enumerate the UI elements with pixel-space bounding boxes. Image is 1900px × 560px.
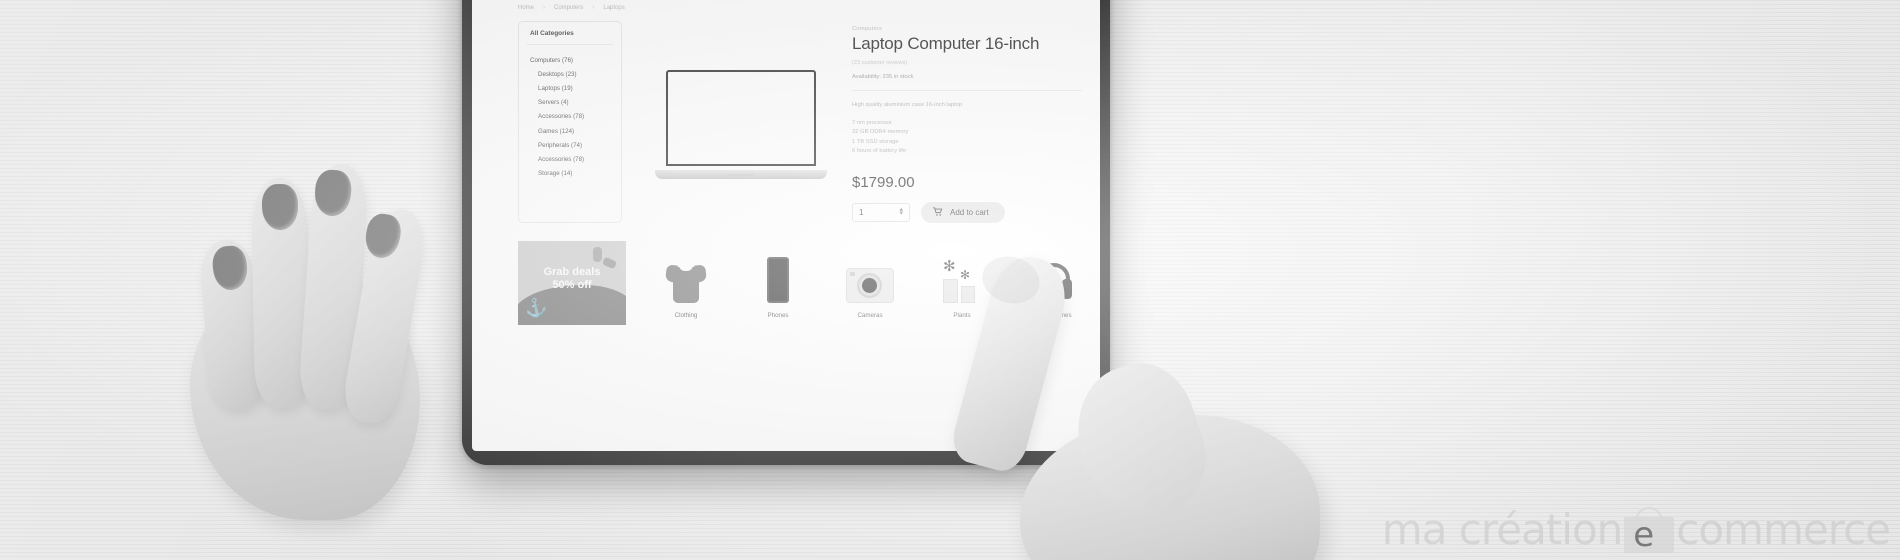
sidebar-item-servers[interactable]: Servers (4): [519, 96, 621, 110]
spec-storage: 1 TB SSD storage: [852, 138, 899, 145]
sidebar-item-computers[interactable]: Computers (76): [519, 53, 621, 67]
breadcrumb-item-laptops: Laptops: [603, 5, 625, 11]
laptop-product-image: [655, 69, 827, 179]
product-info: Computers Laptop Computer 16-inch (23 cu…: [844, 21, 1100, 223]
tile-label-cameras: Cameras: [857, 311, 883, 319]
stepper-arrows-icon[interactable]: ▴ ▾: [899, 206, 903, 217]
quantity-stepper[interactable]: 1 ▴ ▾: [852, 202, 910, 222]
smartphone-icon: [732, 241, 824, 303]
promo-line-2: 50% off: [552, 278, 592, 291]
quantity-value: 1: [859, 207, 864, 217]
headphone-decor-icon: [593, 246, 602, 262]
breadcrumb-separator: ›: [592, 5, 595, 11]
watermark-text-2: commerce: [1676, 505, 1891, 554]
product-image[interactable]: [638, 21, 844, 223]
anchor-icon: ⚓: [523, 295, 550, 320]
category-sidebar: All Categories Computers (76) Desktops (…: [518, 21, 622, 223]
breadcrumb-separator: ›: [543, 5, 546, 11]
watermark-logo: ma création e commerce: [1381, 505, 1891, 555]
desk-background: eShop Home About Us Categories Orders Co…: [0, 0, 1900, 560]
tile-label-phones: Phones: [767, 311, 789, 319]
tile-label-clothing: Clothing: [674, 311, 698, 319]
promo-line-1: Grab deals: [543, 265, 601, 278]
cart-icon: [933, 207, 943, 216]
left-hand: [150, 120, 460, 520]
shopping-bag-icon: e: [1624, 506, 1675, 555]
tile-phones[interactable]: Phones: [732, 241, 824, 322]
add-to-cart-label: Add to cart: [950, 207, 989, 217]
product-category: Computers: [852, 26, 883, 32]
sidebar-item-accessories-2[interactable]: Accessories (78): [519, 152, 621, 166]
watermark-logo-letter: e: [1633, 514, 1655, 555]
divider: [852, 90, 1082, 91]
breadcrumb-item-computers[interactable]: Computers: [554, 5, 583, 11]
add-to-cart-button[interactable]: Add to cart: [921, 201, 1005, 223]
product-price: $1799.00: [852, 173, 915, 191]
sidebar-divider: [527, 44, 613, 45]
tile-cameras[interactable]: Cameras: [824, 241, 916, 322]
product-detail: Computers Laptop Computer 16-inch (23 cu…: [622, 21, 1100, 223]
spec-processor: 7 nm processor: [852, 120, 892, 126]
camera-icon: [824, 241, 916, 303]
sidebar-item-peripherals[interactable]: Peripherals (74): [519, 138, 621, 152]
product-availability: Availability: 235 in stock: [852, 74, 914, 80]
right-hand-pointing: [930, 245, 1350, 560]
breadcrumb-item-home[interactable]: Home: [518, 5, 534, 11]
sidebar-item-accessories[interactable]: Accessories (78): [519, 110, 621, 124]
watermark-text-1: ma création: [1381, 505, 1623, 554]
sidebar-item-storage[interactable]: Storage (14): [519, 167, 621, 181]
product-title: Laptop Computer 16-inch: [852, 34, 1040, 53]
sidebar-item-desktops[interactable]: Desktops (23): [519, 67, 621, 81]
spec-battery: 6 hours of battery life: [852, 148, 907, 155]
main-content: All Categories Computers (76) Desktops (…: [472, 11, 1100, 223]
sidebar-item-games[interactable]: Games (124): [519, 124, 621, 138]
sidebar-item-laptops[interactable]: Laptops (19): [519, 81, 621, 95]
product-specs: 7 nm processor 32 GB DDR4 memory 1 TB SS…: [852, 119, 1082, 157]
tile-clothing[interactable]: Clothing: [640, 241, 732, 322]
promo-banner[interactable]: Grab deals 50% off ⚓: [518, 240, 626, 325]
sidebar-heading: All Categories: [530, 30, 574, 37]
tshirt-icon: [640, 241, 732, 303]
purchase-controls: 1 ▴ ▾ Add to cart: [852, 201, 1082, 223]
spec-memory: 32 GB DDR4 memory: [852, 129, 909, 136]
product-reviews[interactable]: (23 customer reviews): [852, 60, 1082, 66]
product-description: High quality aluminium case 16-inch lapt…: [852, 102, 963, 108]
